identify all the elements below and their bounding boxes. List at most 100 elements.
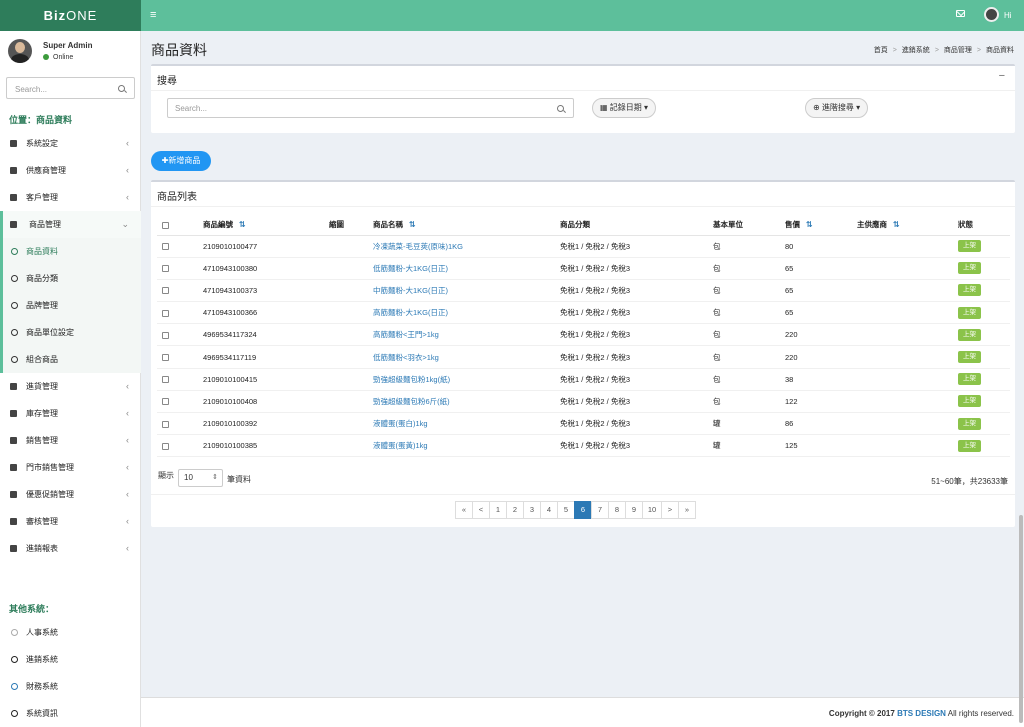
collapse-icon[interactable]: − <box>999 70 1005 82</box>
scrollbar[interactable] <box>1019 515 1023 723</box>
page-button[interactable]: 5 <box>557 501 575 519</box>
sidebar-item-finance-system[interactable]: 財務系統 <box>0 673 141 700</box>
row-checkbox[interactable] <box>162 420 169 428</box>
product-name-link[interactable]: 勁強超級麵包粉1kg(紙) <box>373 368 560 391</box>
sort-icon[interactable]: ⇅ <box>893 220 900 229</box>
page-button[interactable]: 8 <box>608 501 626 519</box>
app-logo[interactable]: BizONE <box>0 0 141 31</box>
page-button[interactable]: » <box>678 501 696 519</box>
product-thumbnail <box>329 345 373 369</box>
product-supplier <box>857 257 958 280</box>
sidebar-subitem-unit-settings[interactable]: 商品單位設定 <box>3 319 141 346</box>
page-button[interactable]: 2 <box>506 501 524 519</box>
page-button[interactable]: 9 <box>625 501 643 519</box>
row-checkbox[interactable] <box>162 265 169 273</box>
page-button[interactable]: 1 <box>489 501 507 519</box>
row-checkbox[interactable] <box>162 354 169 362</box>
brand-link[interactable]: BTS DESIGN <box>897 709 946 718</box>
row-checkbox[interactable] <box>162 442 169 450</box>
page-button[interactable]: « <box>455 501 473 519</box>
status-badge[interactable]: 上架 <box>958 240 981 253</box>
circle-icon <box>11 683 18 690</box>
sidebar-item-sales[interactable]: 銷售管理 ‹ <box>0 427 141 454</box>
product-name-link[interactable]: 冷凍蔬菜-毛豆莢(原味)1KG <box>373 235 560 258</box>
sidebar-subitem-product-data[interactable]: 商品資料 <box>3 238 141 265</box>
row-checkbox[interactable] <box>162 376 169 384</box>
row-checkbox[interactable] <box>162 398 169 406</box>
product-name-link[interactable]: 高筋麵粉<王門>1kg <box>373 323 560 347</box>
status-badge[interactable]: 上架 <box>958 328 981 341</box>
column-header-supplier[interactable]: 主供應商 ⇅ <box>857 215 958 236</box>
page-button[interactable]: 4 <box>540 501 558 519</box>
breadcrumb-product-mgmt[interactable]: 商品管理 <box>944 47 972 54</box>
status-badge[interactable]: 上架 <box>958 284 981 297</box>
page-button[interactable]: > <box>661 501 679 519</box>
sidebar-item-store-sales[interactable]: 門市銷售管理 ‹ <box>0 454 141 481</box>
product-name-link[interactable]: 高筋麵粉-大1KG(日正) <box>373 301 560 325</box>
date-filter-button[interactable]: ▦ 記錄日期 ▾ <box>592 98 657 118</box>
page-button[interactable]: 6 <box>574 501 592 519</box>
sidebar-item-suppliers[interactable]: 供應商管理 ‹ <box>0 157 141 184</box>
sidebar-item-hr-system[interactable]: 人事系統 <box>0 619 141 646</box>
product-name-link[interactable]: 液體蛋(蛋黃)1kg <box>373 434 560 458</box>
sidebar-item-promotions[interactable]: 優惠促銷管理 ‹ <box>0 481 141 508</box>
row-checkbox[interactable] <box>162 243 169 251</box>
column-header-name[interactable]: 商品名稱 ⇅ <box>373 215 560 236</box>
status-badge[interactable]: 上架 <box>958 262 981 275</box>
row-checkbox[interactable] <box>162 331 169 339</box>
product-code: 4710943100373 <box>203 279 329 303</box>
sidebar-subitem-brands[interactable]: 品牌管理 <box>3 292 141 319</box>
page-button[interactable]: 3 <box>523 501 541 519</box>
search-icon[interactable] <box>557 105 564 112</box>
column-header-code[interactable]: 商品編號 ⇅ <box>203 215 329 236</box>
add-product-button[interactable]: ✚新增商品 <box>151 151 211 171</box>
sort-icon[interactable]: ⇅ <box>239 220 246 229</box>
sidebar-subitem-combo-products[interactable]: 組合商品 <box>3 346 141 373</box>
product-name-link[interactable]: 中筋麵粉-大1KG(日正) <box>373 279 560 303</box>
page-button[interactable]: 7 <box>591 501 609 519</box>
status-badge[interactable]: 上架 <box>958 417 981 430</box>
page-size-select[interactable]: 10 ⇕ <box>178 469 223 487</box>
menu-toggle-icon[interactable]: ≡ <box>150 9 156 21</box>
row-checkbox[interactable] <box>162 287 169 295</box>
sort-icon[interactable]: ⇅ <box>409 220 416 229</box>
product-name-link[interactable]: 低筋麵粉-大1KG(日正) <box>373 257 560 280</box>
sidebar-item-review[interactable]: 審核管理 ‹ <box>0 508 141 535</box>
status-badge[interactable]: 上架 <box>958 439 981 452</box>
product-name-link[interactable]: 低筋麵粉<羽衣>1kg <box>373 345 560 369</box>
sidebar-item-system-info[interactable]: 系統資訊 <box>0 700 141 727</box>
sidebar-search-input[interactable]: Search... <box>6 77 135 99</box>
status-badge[interactable]: 上架 <box>958 395 981 408</box>
column-header-price[interactable]: 售價 ⇅ <box>785 215 857 236</box>
breadcrumb-sales-system[interactable]: 進銷系統 <box>902 47 930 54</box>
row-checkbox[interactable] <box>162 309 169 317</box>
search-input[interactable]: Search... <box>167 98 574 118</box>
sidebar-avatar <box>8 39 32 63</box>
sidebar-item-inventory[interactable]: 庫存管理 ‹ <box>0 400 141 427</box>
search-icon[interactable] <box>118 85 125 92</box>
advanced-search-button[interactable]: ⊕ 進階搜尋 ▾ <box>805 98 869 118</box>
sidebar-item-purchasing[interactable]: 進貨管理 ‹ <box>0 373 141 400</box>
sidebar-item-customers[interactable]: 客戶管理 ‹ <box>0 184 141 211</box>
mail-icon[interactable] <box>956 10 965 17</box>
sidebar-item-system-settings[interactable]: 系統設定 ‹ <box>0 130 141 157</box>
user-greeting[interactable]: Hi <box>1004 11 1012 20</box>
breadcrumb-home[interactable]: 首頁 <box>874 47 888 54</box>
sidebar-subitem-product-category[interactable]: 商品分類 <box>3 265 141 292</box>
sidebar-item-reports[interactable]: 進銷報表 ‹ <box>0 535 141 562</box>
page-button[interactable]: < <box>472 501 490 519</box>
status-badge[interactable]: 上架 <box>958 351 981 364</box>
status-badge[interactable]: 上架 <box>958 306 981 319</box>
product-name-link[interactable]: 液體蛋(蛋白)1kg <box>373 412 560 436</box>
page-button[interactable]: 10 <box>642 501 662 519</box>
select-all-checkbox[interactable] <box>162 221 169 229</box>
status-badge[interactable]: 上架 <box>958 373 981 386</box>
product-price: 65 <box>785 301 857 325</box>
sidebar-item-sales-system[interactable]: 進銷系統 <box>0 646 141 673</box>
sidebar-item-products[interactable]: 商品管理 ⌄ <box>0 211 141 238</box>
user-avatar[interactable] <box>984 7 999 22</box>
show-label: 顯示 <box>158 471 174 480</box>
chevron-left-icon: ‹ <box>126 489 129 499</box>
sort-icon[interactable]: ⇅ <box>806 220 813 229</box>
product-name-link[interactable]: 勁強超級麵包粉6斤(紙) <box>373 390 560 414</box>
